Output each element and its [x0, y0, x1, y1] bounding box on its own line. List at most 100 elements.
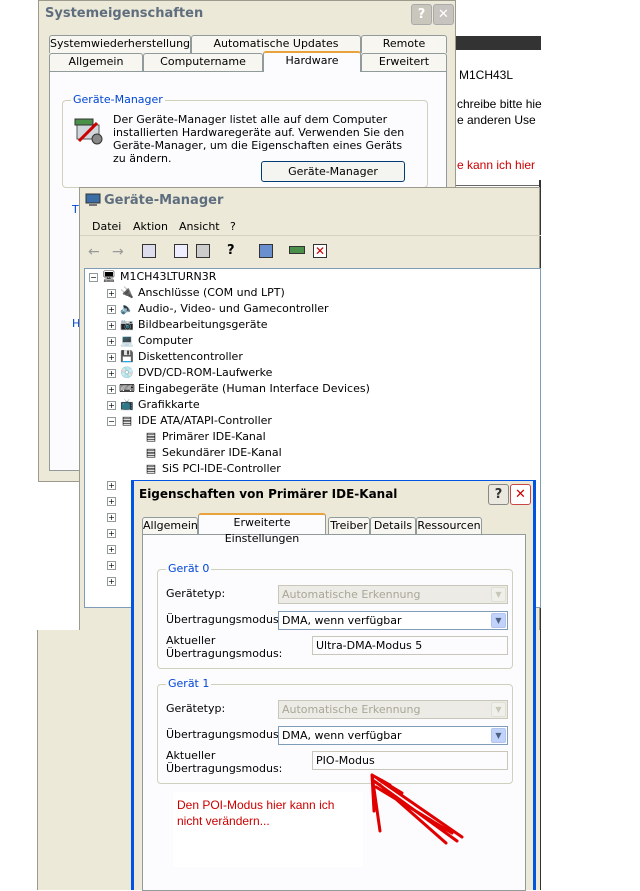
device0-type-label: Gerätetyp:	[166, 587, 226, 600]
expand-icon[interactable]: +	[107, 560, 116, 570]
chevron-down-icon[interactable]: ▼	[491, 728, 506, 743]
tab-systemwiederherstellung[interactable]: Systemwiederherstellung	[49, 35, 191, 53]
device0-current-label-line2: Übertragungsmodus:	[166, 647, 283, 660]
expand-icon[interactable]: +	[107, 352, 116, 362]
bg-text-4: e kann ich hier	[457, 158, 536, 172]
tab-erweiterte-einstellungen[interactable]: Erweiterte Einstellungen	[198, 513, 326, 545]
help-button[interactable]: ?	[488, 484, 509, 505]
uninstall-icon[interactable]: ✕	[313, 244, 327, 258]
menu-ansicht[interactable]: Ansicht	[179, 220, 220, 233]
tree-item[interactable]: + 💻 Computer	[107, 333, 193, 349]
tree-collapsed-row[interactable]: +	[107, 573, 119, 589]
tree-item-label: DVD/CD-ROM-Laufwerke	[138, 366, 273, 379]
tab-treiber[interactable]: Treiber	[328, 517, 370, 535]
tree-item[interactable]: − ▤ IDE ATA/ATAPI-Controller	[107, 413, 272, 429]
expand-icon[interactable]: +	[107, 368, 116, 378]
tab-details[interactable]: Details	[370, 517, 416, 535]
collapse-icon[interactable]: −	[107, 416, 116, 426]
tree-collapsed-row[interactable]: +	[107, 477, 119, 493]
computer-icon: 🖥	[102, 270, 116, 283]
tab-remote[interactable]: Remote	[361, 35, 447, 53]
toolbar: ← → ? ✕	[80, 240, 541, 264]
tree-item[interactable]: + ⌨ Eingabegeräte (Human Interface Devices…	[107, 381, 370, 397]
tree-item[interactable]: + 💾 Diskettencontroller	[107, 349, 243, 365]
expand-icon[interactable]: +	[107, 576, 116, 586]
bg-text-2: chreibe bitte hie	[457, 97, 542, 111]
camera-icon: 📷	[120, 318, 134, 331]
tab-computername[interactable]: Computername	[143, 53, 263, 71]
audio-icon: 🔈	[120, 302, 134, 315]
tree-item[interactable]: + 📺 Grafikkarte	[107, 397, 200, 413]
tab-ressourcen[interactable]: Ressourcen	[416, 517, 482, 535]
menu-datei[interactable]: Datei	[92, 220, 121, 233]
tab-hardware[interactable]: Hardware	[263, 51, 361, 72]
tree-collapsed-row[interactable]: +	[107, 525, 119, 541]
device1-group: Gerät 1 Gerätetyp: Automatische Erkennun…	[157, 677, 513, 784]
properties-icon[interactable]	[174, 244, 188, 258]
expand-icon[interactable]: +	[107, 304, 116, 314]
expand-icon[interactable]: +	[107, 400, 116, 410]
tree-collapsed-row[interactable]: +	[107, 493, 119, 509]
device0-current-label-line1: Aktueller	[166, 634, 216, 647]
expand-icon[interactable]: +	[107, 320, 116, 330]
scan-hardware-icon[interactable]	[259, 244, 273, 258]
device-manager-group-label: Geräte-Manager	[71, 93, 165, 106]
close-button[interactable]: ✕	[433, 4, 454, 25]
tree-collapsed-row[interactable]: +	[107, 509, 119, 525]
system-properties-title: Systemeigenschaften	[45, 6, 204, 21]
expand-icon[interactable]: +	[107, 480, 116, 490]
tab-allgemein[interactable]: Allgemein	[49, 53, 143, 71]
expand-icon[interactable]: +	[107, 384, 116, 394]
expand-icon[interactable]: +	[107, 288, 116, 298]
help-button[interactable]: ?	[411, 4, 432, 25]
print-icon[interactable]	[196, 244, 210, 258]
annotation-arrow-icon	[370, 773, 464, 845]
group2-initial: T	[72, 203, 79, 216]
expand-icon[interactable]: +	[107, 496, 116, 506]
tree-item[interactable]: + 💿 DVD/CD-ROM-Laufwerke	[107, 365, 272, 381]
tab-erweitert[interactable]: Erweitert	[361, 53, 447, 71]
collapse-icon[interactable]: −	[89, 272, 98, 282]
device-manager-button[interactable]: Geräte-Manager	[261, 161, 405, 182]
device0-type-select: Automatische Erkennung ▼	[278, 585, 508, 604]
tree-child-item[interactable]: ▤ Sekundärer IDE-Kanal	[143, 445, 282, 461]
device1-mode-value: DMA, wenn verfügbar	[282, 729, 402, 742]
floppy-icon: 💾	[120, 350, 134, 363]
device1-mode-select[interactable]: DMA, wenn verfügbar ▼	[278, 726, 508, 745]
device1-type-label: Gerätetyp:	[166, 702, 226, 715]
update-driver-icon[interactable]	[289, 246, 305, 254]
bg-dark-bar	[453, 36, 541, 50]
forward-icon[interactable]: →	[112, 244, 124, 260]
device0-mode-select[interactable]: DMA, wenn verfügbar ▼	[278, 611, 508, 630]
device1-mode-label: Übertragungsmodus:	[166, 728, 283, 741]
device-manager-description: Der Geräte-Manager listet alle auf dem C…	[113, 113, 405, 165]
menu-aktion[interactable]: Aktion	[133, 220, 168, 233]
tree-root[interactable]: − 🖥 M1CH43LTURN3R	[89, 269, 216, 285]
back-icon[interactable]: ←	[88, 244, 100, 260]
tree-item[interactable]: + 📷 Bildbearbeitungsgeräte	[107, 317, 268, 333]
tree-item[interactable]: + 🔈 Audio-, Video- und Gamecontroller	[107, 301, 329, 317]
device-manager-title-text: Geräte-Manager	[104, 193, 224, 208]
device1-current-label-line2: Übertragungsmodus:	[166, 762, 283, 775]
expand-icon[interactable]: +	[107, 512, 116, 522]
tab-allgemein[interactable]: Allgemein	[142, 517, 198, 535]
help-icon[interactable]: ?	[227, 243, 235, 258]
tree-collapsed-row[interactable]: +	[107, 557, 119, 573]
expand-icon[interactable]: +	[107, 528, 116, 538]
console-icon[interactable]	[142, 244, 156, 258]
chevron-down-icon[interactable]: ▼	[491, 613, 506, 628]
expand-icon[interactable]: +	[107, 336, 116, 346]
ide-properties-dialog: Eigenschaften von Primärer IDE-Kanal ? ✕…	[131, 480, 536, 891]
menu-help[interactable]: ?	[230, 220, 236, 233]
tree-item-label: Eingabegeräte (Human Interface Devices)	[138, 382, 370, 395]
tree-collapsed-row[interactable]: +	[107, 541, 119, 557]
device1-type-value: Automatische Erkennung	[282, 703, 421, 716]
port-icon: 🔌	[120, 286, 134, 299]
expand-icon[interactable]: +	[107, 544, 116, 554]
tree-item[interactable]: + 🔌 Anschlüsse (COM und LPT)	[107, 285, 285, 301]
tree-item-label: Primärer IDE-Kanal	[162, 430, 266, 443]
close-button[interactable]: ✕	[510, 484, 531, 505]
tree-child-item[interactable]: ▤ Primärer IDE-Kanal	[143, 429, 266, 445]
device-manager-title-icon	[85, 193, 101, 207]
tree-child-item[interactable]: ▤ SiS PCI-IDE-Controller	[143, 461, 281, 477]
